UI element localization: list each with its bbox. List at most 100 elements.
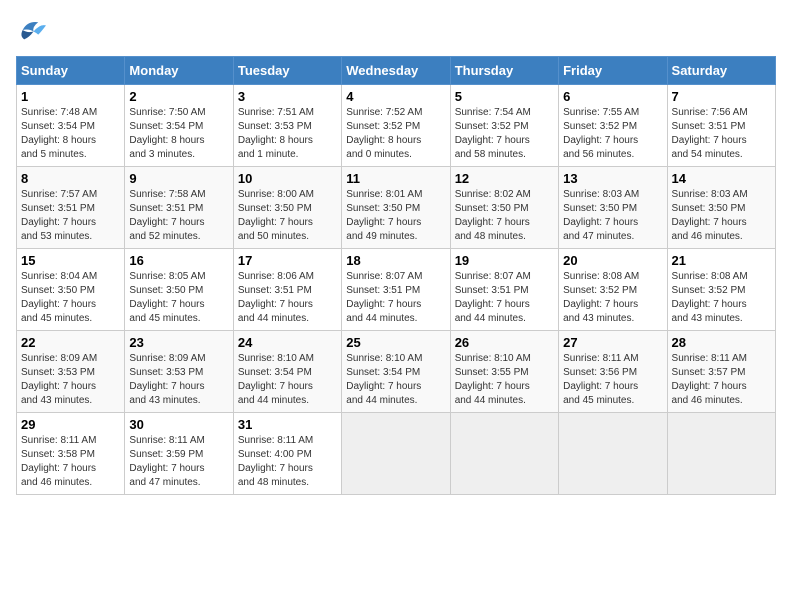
- calendar-cell: 30 Sunrise: 8:11 AM Sunset: 3:59 PM Dayli…: [125, 413, 233, 495]
- calendar-cell: 24 Sunrise: 8:10 AM Sunset: 3:54 PM Dayli…: [233, 331, 341, 413]
- day-number: 23: [129, 335, 228, 350]
- calendar-cell: 9 Sunrise: 7:58 AM Sunset: 3:51 PM Daylig…: [125, 167, 233, 249]
- day-info: Sunrise: 7:55 AM Sunset: 3:52 PM Dayligh…: [563, 106, 662, 162]
- calendar-cell: [559, 413, 667, 495]
- day-number: 26: [455, 335, 554, 350]
- calendar-cell: 17 Sunrise: 8:06 AM Sunset: 3:51 PM Dayli…: [233, 249, 341, 331]
- day-info: Sunrise: 8:11 AM Sunset: 3:58 PM Dayligh…: [21, 434, 120, 490]
- day-info: Sunrise: 8:02 AM Sunset: 3:50 PM Dayligh…: [455, 188, 554, 244]
- day-info: Sunrise: 8:04 AM Sunset: 3:50 PM Dayligh…: [21, 270, 120, 326]
- calendar-cell: 3 Sunrise: 7:51 AM Sunset: 3:53 PM Daylig…: [233, 85, 341, 167]
- calendar-cell: 7Sunrise: 7:56 AM Sunset: 3:51 PM Daylig…: [667, 85, 775, 167]
- calendar-table: SundayMondayTuesdayWednesdayThursdayFrid…: [16, 56, 776, 495]
- calendar-cell: 10 Sunrise: 8:00 AM Sunset: 3:50 PM Dayli…: [233, 167, 341, 249]
- day-info: Sunrise: 8:05 AM Sunset: 3:50 PM Dayligh…: [129, 270, 228, 326]
- day-number: 4: [346, 89, 445, 104]
- calendar-cell: 1 Sunrise: 7:48 AM Sunset: 3:54 PM Daylig…: [17, 85, 125, 167]
- day-number: 12: [455, 171, 554, 186]
- calendar-cell: 18Sunrise: 8:07 AM Sunset: 3:51 PM Dayli…: [342, 249, 450, 331]
- col-header-tuesday: Tuesday: [233, 57, 341, 85]
- day-number: 13: [563, 171, 662, 186]
- day-number: 14: [672, 171, 771, 186]
- calendar-cell: 11 Sunrise: 8:01 AM Sunset: 3:50 PM Dayli…: [342, 167, 450, 249]
- day-number: 11: [346, 171, 445, 186]
- day-info: Sunrise: 8:08 AM Sunset: 3:52 PM Dayligh…: [563, 270, 662, 326]
- day-number: 3: [238, 89, 337, 104]
- day-number: 16: [129, 253, 228, 268]
- day-number: 30: [129, 417, 228, 432]
- day-info: Sunrise: 8:11 AM Sunset: 3:56 PM Dayligh…: [563, 352, 662, 408]
- calendar-cell: 26 Sunrise: 8:10 AM Sunset: 3:55 PM Dayli…: [450, 331, 558, 413]
- col-header-friday: Friday: [559, 57, 667, 85]
- day-number: 21: [672, 253, 771, 268]
- day-info: Sunrise: 8:10 AM Sunset: 3:54 PM Dayligh…: [238, 352, 337, 408]
- day-info: Sunrise: 7:58 AM Sunset: 3:51 PM Dayligh…: [129, 188, 228, 244]
- calendar-cell: 15 Sunrise: 8:04 AM Sunset: 3:50 PM Dayli…: [17, 249, 125, 331]
- day-info: Sunrise: 8:10 AM Sunset: 3:55 PM Dayligh…: [455, 352, 554, 408]
- calendar-cell: 16 Sunrise: 8:05 AM Sunset: 3:50 PM Dayli…: [125, 249, 233, 331]
- day-info: Sunrise: 8:09 AM Sunset: 3:53 PM Dayligh…: [21, 352, 120, 408]
- day-info: Sunrise: 8:06 AM Sunset: 3:51 PM Dayligh…: [238, 270, 337, 326]
- header: [16, 16, 776, 44]
- day-number: 27: [563, 335, 662, 350]
- day-number: 25: [346, 335, 445, 350]
- day-number: 28: [672, 335, 771, 350]
- day-info: Sunrise: 8:03 AM Sunset: 3:50 PM Dayligh…: [672, 188, 771, 244]
- logo-icon: [16, 16, 48, 44]
- calendar-cell: 31Sunrise: 8:11 AM Sunset: 4:00 PM Dayli…: [233, 413, 341, 495]
- calendar-cell: [450, 413, 558, 495]
- day-info: Sunrise: 7:50 AM Sunset: 3:54 PM Dayligh…: [129, 106, 228, 162]
- day-info: Sunrise: 8:09 AM Sunset: 3:53 PM Dayligh…: [129, 352, 228, 408]
- day-number: 7: [672, 89, 771, 104]
- calendar-cell: 6 Sunrise: 7:55 AM Sunset: 3:52 PM Daylig…: [559, 85, 667, 167]
- day-number: 22: [21, 335, 120, 350]
- col-header-sunday: Sunday: [17, 57, 125, 85]
- day-info: Sunrise: 7:52 AM Sunset: 3:52 PM Dayligh…: [346, 106, 445, 162]
- day-number: 2: [129, 89, 228, 104]
- day-number: 31: [238, 417, 337, 432]
- day-number: 8: [21, 171, 120, 186]
- col-header-monday: Monday: [125, 57, 233, 85]
- col-header-saturday: Saturday: [667, 57, 775, 85]
- calendar-cell: 28 Sunrise: 8:11 AM Sunset: 3:57 PM Dayli…: [667, 331, 775, 413]
- day-info: Sunrise: 7:51 AM Sunset: 3:53 PM Dayligh…: [238, 106, 337, 162]
- calendar-cell: 12 Sunrise: 8:02 AM Sunset: 3:50 PM Dayli…: [450, 167, 558, 249]
- day-info: Sunrise: 7:48 AM Sunset: 3:54 PM Dayligh…: [21, 106, 120, 162]
- calendar-cell: 8Sunrise: 7:57 AM Sunset: 3:51 PM Daylig…: [17, 167, 125, 249]
- calendar-cell: 25 Sunrise: 8:10 AM Sunset: 3:54 PM Dayli…: [342, 331, 450, 413]
- col-header-thursday: Thursday: [450, 57, 558, 85]
- calendar-cell: 27 Sunrise: 8:11 AM Sunset: 3:56 PM Dayli…: [559, 331, 667, 413]
- calendar-cell: [667, 413, 775, 495]
- day-number: 15: [21, 253, 120, 268]
- calendar-cell: 2 Sunrise: 7:50 AM Sunset: 3:54 PM Daylig…: [125, 85, 233, 167]
- day-info: Sunrise: 8:03 AM Sunset: 3:50 PM Dayligh…: [563, 188, 662, 244]
- day-number: 6: [563, 89, 662, 104]
- day-info: Sunrise: 8:07 AM Sunset: 3:51 PM Dayligh…: [346, 270, 445, 326]
- day-number: 29: [21, 417, 120, 432]
- day-info: Sunrise: 8:01 AM Sunset: 3:50 PM Dayligh…: [346, 188, 445, 244]
- day-number: 5: [455, 89, 554, 104]
- day-number: 1: [21, 89, 120, 104]
- calendar-cell: 14 Sunrise: 8:03 AM Sunset: 3:50 PM Dayli…: [667, 167, 775, 249]
- calendar-cell: 29 Sunrise: 8:11 AM Sunset: 3:58 PM Dayli…: [17, 413, 125, 495]
- calendar-cell: [342, 413, 450, 495]
- calendar-cell: 4 Sunrise: 7:52 AM Sunset: 3:52 PM Daylig…: [342, 85, 450, 167]
- calendar-cell: 23 Sunrise: 8:09 AM Sunset: 3:53 PM Dayli…: [125, 331, 233, 413]
- day-info: Sunrise: 8:07 AM Sunset: 3:51 PM Dayligh…: [455, 270, 554, 326]
- day-info: Sunrise: 8:11 AM Sunset: 3:59 PM Dayligh…: [129, 434, 228, 490]
- calendar-cell: 13 Sunrise: 8:03 AM Sunset: 3:50 PM Dayli…: [559, 167, 667, 249]
- col-header-wednesday: Wednesday: [342, 57, 450, 85]
- day-info: Sunrise: 8:10 AM Sunset: 3:54 PM Dayligh…: [346, 352, 445, 408]
- calendar-cell: 19 Sunrise: 8:07 AM Sunset: 3:51 PM Dayli…: [450, 249, 558, 331]
- calendar-cell: 20Sunrise: 8:08 AM Sunset: 3:52 PM Dayli…: [559, 249, 667, 331]
- day-number: 24: [238, 335, 337, 350]
- day-info: Sunrise: 8:08 AM Sunset: 3:52 PM Dayligh…: [672, 270, 771, 326]
- day-info: Sunrise: 8:11 AM Sunset: 3:57 PM Dayligh…: [672, 352, 771, 408]
- day-number: 17: [238, 253, 337, 268]
- day-number: 9: [129, 171, 228, 186]
- day-number: 19: [455, 253, 554, 268]
- day-info: Sunrise: 7:54 AM Sunset: 3:52 PM Dayligh…: [455, 106, 554, 162]
- calendar-cell: 21 Sunrise: 8:08 AM Sunset: 3:52 PM Dayli…: [667, 249, 775, 331]
- day-number: 10: [238, 171, 337, 186]
- day-info: Sunrise: 8:00 AM Sunset: 3:50 PM Dayligh…: [238, 188, 337, 244]
